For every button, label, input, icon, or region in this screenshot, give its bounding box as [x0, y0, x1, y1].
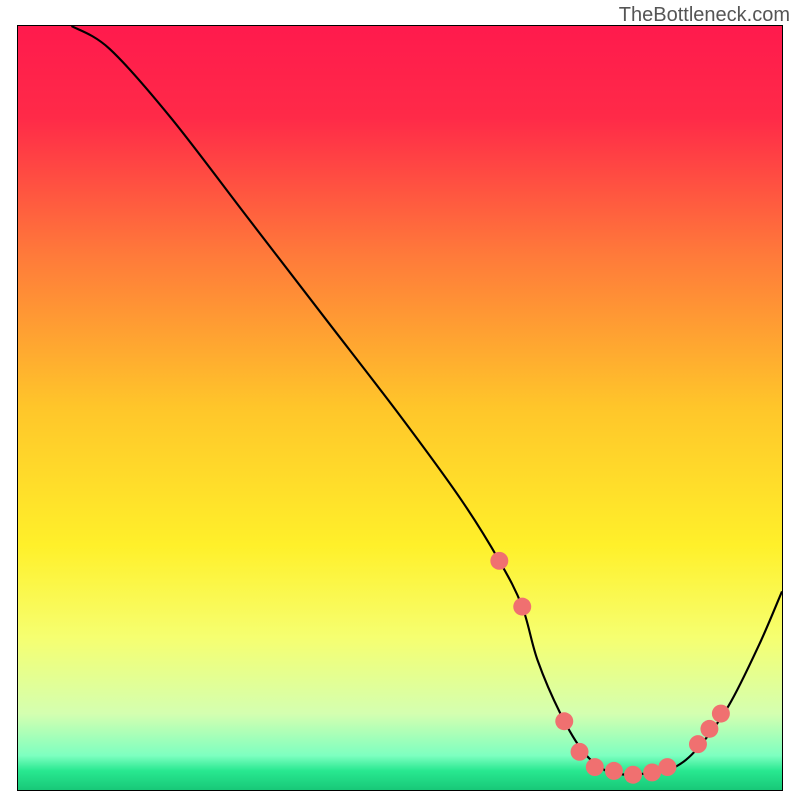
highlight-dot — [605, 762, 623, 780]
watermark-text: TheBottleneck.com — [619, 4, 790, 27]
highlight-dot — [624, 766, 642, 784]
highlight-dot — [689, 735, 707, 753]
highlight-dot — [643, 763, 661, 781]
highlight-dot — [700, 720, 718, 738]
highlight-dot — [571, 743, 589, 761]
highlight-dot — [586, 758, 604, 776]
highlight-dot — [513, 598, 531, 616]
highlight-dot — [555, 712, 573, 730]
highlight-dots-layer — [18, 26, 782, 790]
highlight-dot — [490, 552, 508, 570]
highlight-dot — [658, 758, 676, 776]
highlight-dot — [712, 705, 730, 723]
chart-plot-area — [17, 25, 783, 791]
